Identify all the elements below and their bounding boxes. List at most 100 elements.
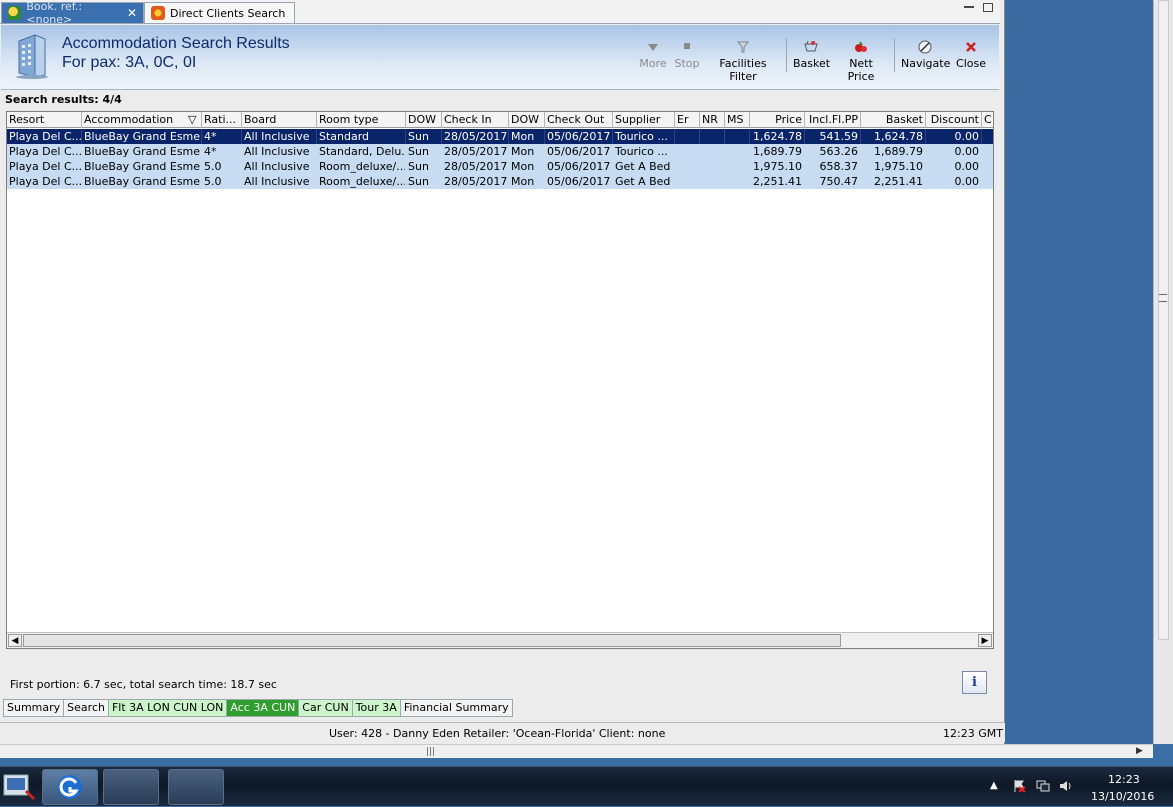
horizontal-scrollbar[interactable]: ◀ ▶ (7, 632, 993, 648)
column-header-incl-fl-pp[interactable]: Incl.Fl.PP (805, 112, 861, 128)
filter-funnel-icon (736, 41, 750, 53)
column-header-nr[interactable]: NR (700, 112, 725, 128)
tab-flt-3a-lon-cun-lon[interactable]: Flt 3A LON CUN LON (107, 699, 227, 717)
column-header-accommodation[interactable]: Accommodation (82, 112, 202, 128)
clock-time[interactable]: 12:23 (1108, 773, 1140, 786)
start-button-icon[interactable] (0, 769, 40, 805)
status-bar: User: 428 - Danny Eden Retailer: 'Ocean-… (0, 722, 1005, 742)
more-button[interactable]: More (639, 39, 667, 70)
column-header-price[interactable]: Price (750, 112, 805, 128)
cell-resort: Playa Del C... (9, 144, 82, 159)
column-header-dow-out[interactable]: DOW (509, 112, 545, 128)
splitter-grip[interactable]: ||| (426, 747, 435, 757)
cell-check-out: 05/06/2017 (545, 159, 613, 174)
close-tab-icon[interactable]: ✕ (127, 6, 137, 20)
tab-booking[interactable]: Book. ref.: <none> ✕ (1, 0, 144, 26)
tab-tour-3a[interactable]: Tour 3A (351, 699, 400, 717)
side-scrollbar[interactable] (1153, 0, 1173, 744)
close-label: Close (956, 57, 986, 70)
cell-discount: 0.00 (926, 144, 982, 159)
cell-price: 1,689.79 (750, 144, 805, 159)
nett-price-button[interactable]: Nett Price (835, 39, 887, 83)
cell-resort: Playa Del C... (9, 159, 82, 174)
bottom-scrollbar[interactable]: ||| ▶ (0, 744, 1153, 758)
column-header-board[interactable]: Board (242, 112, 317, 128)
taskbar-app-icon[interactable] (168, 769, 224, 805)
column-header-room-type[interactable]: Room type (317, 112, 406, 128)
scroll-thumb[interactable] (23, 634, 841, 647)
taskbar-app-g-icon[interactable] (42, 769, 98, 805)
cell-room-type: Room_deluxe/... (319, 159, 406, 174)
cell-basket: 1,689.79 (861, 144, 926, 159)
cell-ms (725, 129, 750, 144)
action-center-flag-icon[interactable] (1012, 779, 1026, 793)
palm-icon (8, 6, 22, 20)
nett-price-icon (855, 41, 867, 52)
table-row[interactable]: Playa Del C... BlueBay Grand Esmer... 4* Al… (7, 144, 993, 159)
cell-price: 2,251.41 (750, 174, 805, 189)
side-scroll-track[interactable] (1158, 0, 1169, 640)
column-header-dow-in[interactable]: DOW (406, 112, 442, 128)
results-table[interactable]: Resort Accommodation Rati... Board Room type… (6, 111, 994, 649)
cell-accommodation: BlueBay Grand Esmer... (84, 159, 202, 174)
tab-financial-summary[interactable]: Financial Summary (399, 699, 513, 717)
cell-room-type: Standard (317, 129, 406, 144)
column-header-resort[interactable]: Resort (7, 112, 82, 128)
results-header: Accommodation Search Results For pax: 3A… (1, 25, 999, 90)
network-icon[interactable] (1036, 779, 1050, 793)
tab-acc-3a-cun[interactable]: Acc 3A CUN (226, 699, 299, 717)
cell-incl-fl-pp: 750.47 (805, 174, 861, 189)
column-header-check-out[interactable]: Check Out (545, 112, 613, 128)
column-header-c[interactable]: C (982, 112, 993, 128)
column-header-discount[interactable]: Discount (926, 112, 982, 128)
minimize-button[interactable] (964, 5, 974, 8)
facilities-filter-button[interactable]: Facilities Filter (706, 39, 780, 83)
column-filter-icon[interactable]: ▽ (188, 113, 196, 126)
cell-nr (700, 174, 725, 189)
tab-summary[interactable]: Summary (3, 699, 64, 717)
cell-er (675, 129, 700, 144)
table-row[interactable]: Playa Del C... BlueBay Grand Esmer... 5.0 A… (7, 159, 993, 174)
column-header-basket[interactable]: Basket (861, 112, 926, 128)
search-results-count: Search results: 4/4 (5, 93, 122, 106)
cell-ms (725, 159, 750, 174)
cell-ms (725, 174, 750, 189)
table-row[interactable]: Playa Del C... BlueBay Grand Esmer... 5.0 A… (7, 174, 993, 189)
stop-button[interactable]: Stop (673, 39, 701, 70)
clock-date[interactable]: 13/10/2016 (1091, 790, 1154, 803)
column-header-rating[interactable]: Rati... (202, 112, 242, 128)
navigate-button[interactable]: Navigate (901, 39, 950, 70)
cell-basket: 1,624.78 (861, 129, 926, 144)
column-header-er[interactable]: Er (675, 112, 700, 128)
taskbar-app-icon[interactable] (103, 769, 159, 805)
tab-direct-clients-search[interactable]: Direct Clients Search (144, 2, 295, 23)
column-header-check-in[interactable]: Check In (442, 112, 509, 128)
show-hidden-icons[interactable]: ▲ (990, 780, 998, 791)
cell-basket: 2,251.41 (861, 174, 926, 189)
desktop-background (1005, 0, 1153, 744)
cell-dow-out: Mon (509, 159, 545, 174)
info-button[interactable]: i (962, 671, 987, 694)
app-window: Book. ref.: <none> ✕ Direct Clients Sear… (0, 0, 1005, 744)
column-header-ms[interactable]: MS (725, 112, 750, 128)
cell-nr (700, 129, 725, 144)
cell-ms (725, 144, 750, 159)
tab-car-cun[interactable]: Car CUN (298, 699, 352, 717)
scroll-right-arrow[interactable]: ▶ (978, 634, 992, 647)
splitter-grip[interactable] (1159, 294, 1167, 302)
cell-c (982, 174, 993, 189)
scroll-left-arrow[interactable]: ◀ (8, 634, 22, 647)
column-header-supplier[interactable]: Supplier (613, 112, 675, 128)
basket-label: Basket (793, 57, 831, 70)
cell-c (982, 159, 993, 174)
close-button[interactable]: Close (955, 39, 987, 70)
basket-button[interactable]: Basket (793, 39, 831, 70)
scroll-right-arrow[interactable]: ▶ (1136, 746, 1143, 756)
volume-icon[interactable] (1059, 779, 1073, 793)
tab-search[interactable]: Search (63, 699, 108, 717)
cell-nr (700, 144, 725, 159)
maximize-button[interactable] (983, 3, 993, 12)
cell-er (675, 144, 700, 159)
cell-c (982, 144, 993, 159)
table-row[interactable]: Playa Del C... BlueBay Grand Esmer... 4* Al… (7, 129, 993, 144)
